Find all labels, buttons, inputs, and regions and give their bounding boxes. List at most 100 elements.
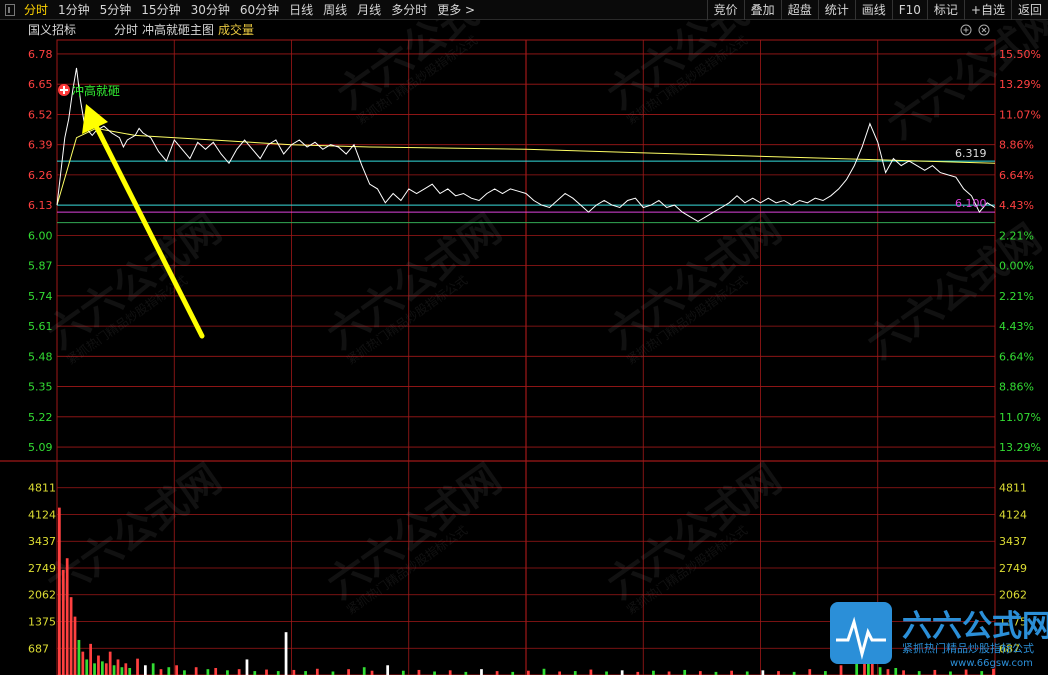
price-tick-label: 6.26 — [28, 169, 53, 182]
volume-bar — [542, 668, 546, 675]
watermark: 六六公式网 紧抓热门精品炒股指标公式 — [329, 20, 519, 127]
tab-monthly[interactable]: 月线 — [352, 0, 386, 20]
price-tick-label: 6.65 — [28, 78, 53, 91]
settings-icon[interactable] — [960, 24, 972, 36]
volume-bar — [175, 665, 178, 675]
volume-bar — [77, 639, 81, 675]
volume-bar — [808, 669, 812, 675]
percent-tick-label: 11.07% — [999, 108, 1041, 121]
volume-bar — [886, 669, 890, 675]
chart-mode: 分时 — [114, 23, 138, 37]
price-tick-label: 5.22 — [28, 411, 53, 424]
volume-label[interactable]: 成交量 — [218, 22, 254, 37]
volume-bar — [745, 671, 749, 675]
chart-header: 国义招标 分时 冲高就砸主图 成交量 — [28, 22, 254, 37]
percent-tick-label: 2.21% — [999, 229, 1034, 242]
annotation-label: 冲高就砸 — [72, 83, 120, 98]
volume-bar — [315, 668, 319, 675]
percent-tick-label: 8.86% — [999, 381, 1034, 394]
tab-30min[interactable]: 30分钟 — [186, 0, 235, 20]
tab-daily[interactable]: 日线 — [284, 0, 318, 20]
volume-bar — [100, 661, 104, 675]
volume-bar — [824, 671, 827, 675]
percent-tick-label: 11.07% — [999, 411, 1041, 424]
tab-15min[interactable]: 15分钟 — [136, 0, 185, 20]
volume-bar — [933, 669, 937, 675]
volume-tick-label: 3437 — [999, 535, 1027, 548]
mark-button[interactable]: 标记 — [926, 0, 964, 20]
volume-bar — [226, 670, 229, 675]
stock-name: 国义招标 — [28, 23, 76, 37]
volume-bar — [292, 669, 296, 675]
auction-button[interactable]: 竞价 — [706, 0, 744, 20]
volume-bar — [433, 671, 436, 675]
percent-tick-label: 13.29% — [999, 441, 1041, 454]
percent-tick-label: 6.64% — [999, 169, 1034, 182]
volume-bar — [448, 670, 452, 675]
super-panel-button[interactable]: 超盘 — [780, 0, 818, 20]
back-button[interactable]: 返回 — [1010, 0, 1048, 20]
volume-tick-label: 4811 — [28, 482, 56, 495]
volume-tick-label: 4124 — [28, 508, 56, 521]
volume-bar — [527, 670, 530, 675]
volume-bar — [93, 663, 96, 675]
price-tick-label: 6.78 — [28, 48, 53, 61]
chart-window-controls — [960, 24, 990, 36]
tab-weekly[interactable]: 周线 — [318, 0, 352, 20]
overlay-button[interactable]: 叠加 — [743, 0, 781, 20]
percent-tick-label: 6.64% — [999, 350, 1034, 363]
volume-bar — [698, 671, 702, 675]
period-toolbar: 分时 1分钟 5分钟 15分钟 30分钟 60分钟 日线 周线 月线 多分时 更… — [0, 0, 1048, 20]
volume-bar — [159, 669, 163, 675]
volume-tick-label: 3437 — [28, 535, 56, 548]
watermark: 六六公式网 紧抓热门精品炒股指标公式 — [599, 20, 789, 127]
volume-bar — [116, 659, 120, 675]
tab-60min[interactable]: 60分钟 — [235, 0, 284, 20]
volume-bar — [265, 669, 268, 675]
volume-bar — [730, 670, 733, 675]
price-tick-label: 5.48 — [28, 350, 53, 363]
tab-1min[interactable]: 1分钟 — [53, 0, 95, 20]
line-value-labels: 6.319 6.100 — [955, 147, 987, 210]
volume-bar — [362, 667, 366, 675]
volume-tick-label: 1375 — [28, 615, 56, 628]
percent-tick-label: 0.00% — [999, 260, 1034, 273]
volume-bar — [839, 665, 843, 675]
add-watchlist-button[interactable]: +自选 — [963, 0, 1011, 20]
volume-bar — [206, 669, 210, 675]
volume-bar — [104, 663, 108, 675]
volume-tick-label: 2062 — [999, 589, 1027, 602]
intraday-chart[interactable]: 六六公式网 紧抓热门精品炒股指标公式 六六公式网 紧抓热门精品炒股指标公式 六六… — [0, 20, 1048, 675]
tab-5min[interactable]: 5分钟 — [95, 0, 137, 20]
volume-bar — [386, 665, 390, 675]
volume-bar — [61, 569, 65, 675]
volume-bar — [667, 671, 671, 675]
volume-bar — [589, 669, 593, 675]
volume-bar — [558, 671, 562, 675]
volume-bar — [331, 671, 335, 675]
draw-line-button[interactable]: 画线 — [854, 0, 892, 20]
volume-bar — [620, 670, 624, 675]
price-tick-label: 5.09 — [28, 441, 53, 454]
price-tick-label: 6.00 — [28, 229, 53, 242]
volume-bar — [112, 665, 116, 675]
volume-tick-label: 4811 — [999, 482, 1027, 495]
volume-bar — [777, 671, 780, 675]
tab-timeshare[interactable]: 分时 — [19, 0, 53, 20]
tab-more[interactable]: 更多 > — [432, 0, 480, 20]
close-icon[interactable] — [978, 24, 990, 36]
volume-bar — [124, 663, 128, 675]
indicator-name[interactable]: 冲高就砸主图 — [142, 22, 214, 37]
volume-bar — [870, 663, 874, 675]
volume-bar — [237, 669, 241, 675]
f10-button[interactable]: F10 — [891, 0, 927, 20]
price-tick-label: 6.39 — [28, 139, 53, 152]
volume-bar — [143, 665, 147, 675]
lower-line-label: 6.100 — [955, 197, 987, 210]
statistics-button[interactable]: 统计 — [817, 0, 855, 20]
volume-bar — [85, 659, 89, 675]
sidebar-toggle-icon[interactable] — [5, 4, 15, 16]
price-tick-label: 5.87 — [28, 260, 53, 273]
percent-tick-label: 4.43% — [999, 320, 1034, 333]
tab-multi-timeshare[interactable]: 多分时 — [386, 0, 432, 20]
